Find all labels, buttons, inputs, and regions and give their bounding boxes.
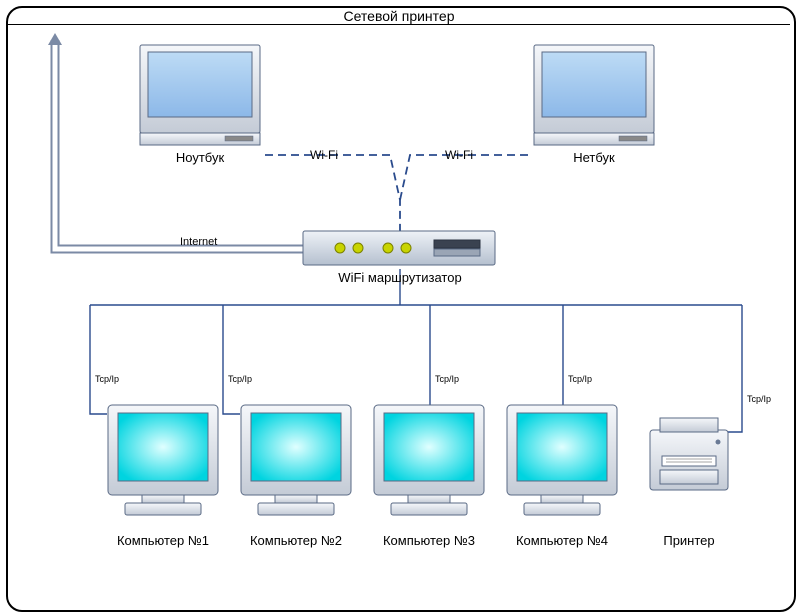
tcp-label-5: Tcp/Ip (747, 394, 771, 404)
pc3-label: Компьютер №3 (383, 533, 475, 548)
wifi-label-1: Wi-Fi (310, 148, 338, 162)
pc4-label: Компьютер №4 (516, 533, 608, 548)
tcp-label-3: Tcp/Ip (435, 374, 459, 384)
tcp-label-4: Tcp/Ip (568, 374, 592, 384)
router-icon (303, 231, 495, 265)
laptop-label: Ноутбук (176, 150, 225, 165)
diagram-svg: Internet Wi-Fi Wi-Fi Tcp/Ip Tcp/Ip Tcp/I… (0, 0, 800, 616)
pc3-icon (374, 405, 484, 515)
tcp-label-2: Tcp/Ip (228, 374, 252, 384)
laptop-icon (140, 45, 260, 145)
tcp-label-1: Tcp/Ip (95, 374, 119, 384)
netbook-icon (534, 45, 654, 145)
wifi-links (265, 155, 528, 231)
pc2-icon (241, 405, 351, 515)
router-label: WiFi маршрутизатор (338, 270, 461, 285)
netbook-label: Нетбук (573, 150, 615, 165)
wifi-label-2: Wi-Fi (445, 148, 473, 162)
pc1-label: Компьютер №1 (117, 533, 209, 548)
pc2-label: Компьютер №2 (250, 533, 342, 548)
printer-label: Принтер (663, 533, 714, 548)
pc1-icon (108, 405, 218, 515)
internet-label: Internet (180, 236, 217, 248)
pc4-icon (507, 405, 617, 515)
printer-icon (650, 418, 728, 490)
